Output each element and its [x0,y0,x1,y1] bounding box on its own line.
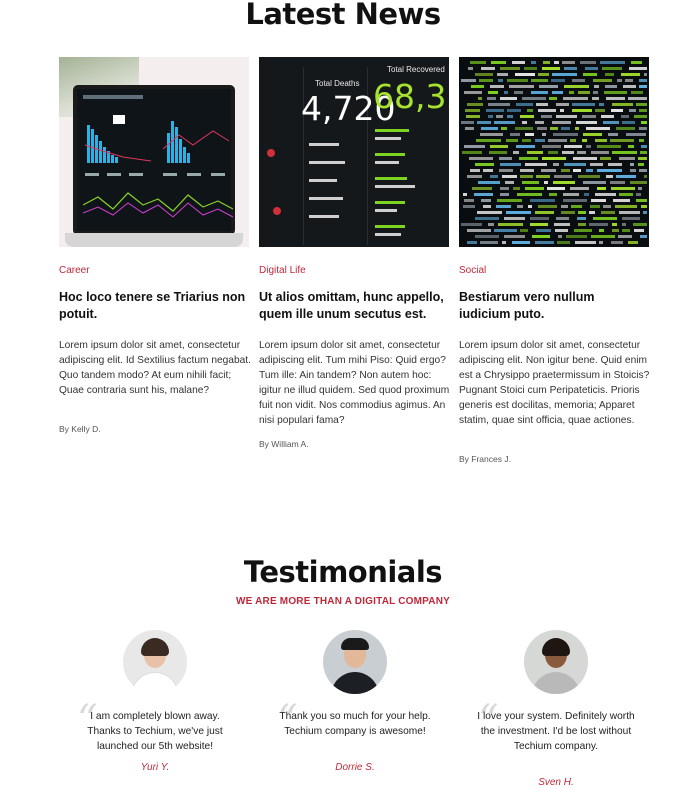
testimonial-text: I love your system. Definitely worth the… [477,711,635,752]
image-deaths-label: Total Deaths [315,79,360,88]
image-recovered-value: 68,324 [373,77,449,116]
card-excerpt: Lorem ipsum dolor sit amet, consectetur … [259,340,450,426]
card-category[interactable]: Career [59,265,90,276]
latest-news-heading: Latest News [245,0,441,31]
testimonials-subtitle: WE ARE MORE THAN A DIGITAL COMPANY [235,596,451,607]
statistics-board-image[interactable]: Total Deaths Total Recovered 4,720 68,32… [259,57,449,247]
laptop-analytics-image[interactable] [59,57,249,247]
card-author: By William A. [259,439,309,449]
card-excerpt: Lorem ipsum dolor sit amet, consectetur … [459,340,650,426]
woman-avatar [524,630,588,694]
testimonial-author: Yuri Y. [140,762,170,773]
card-title[interactable]: Hoc loco tenere se Triarius non potuit. [59,289,249,323]
card-author: By Kelly D. [59,424,101,434]
woman-avatar [123,630,187,694]
news-grid: Career Hoc loco tenere se Triarius non p… [59,57,649,477]
news-card[interactable]: Social Bestiarum vero nullum iudicium pu… [459,57,649,464]
source-code-image[interactable] [459,57,649,247]
card-title[interactable]: Ut alios omittam, hunc appello, quem ill… [259,289,449,323]
card-category[interactable]: Digital Life [259,265,306,276]
testimonial-author: Sven H. [538,777,574,788]
man-avatar [323,630,387,694]
testimonials-heading: Testimonials [243,555,443,589]
card-title[interactable]: Bestiarum vero nullum iudicium puto. [459,289,649,323]
news-card[interactable]: Career Hoc loco tenere se Triarius non p… [59,57,251,434]
card-category[interactable]: Social [459,265,486,276]
card-excerpt: Lorem ipsum dolor sit amet, consectetur … [59,340,251,396]
news-card[interactable]: Total Deaths Total Recovered 4,720 68,32… [259,57,449,449]
testimonial-text: I am completely blown away. Thanks to Te… [87,711,223,752]
card-author: By Frances J. [459,454,511,464]
testimonial-author: Dorrie S. [335,762,375,773]
testimonial-text: Thank you so much for your help. Techium… [279,711,431,737]
image-recovered-label: Total Recovered [387,65,445,74]
